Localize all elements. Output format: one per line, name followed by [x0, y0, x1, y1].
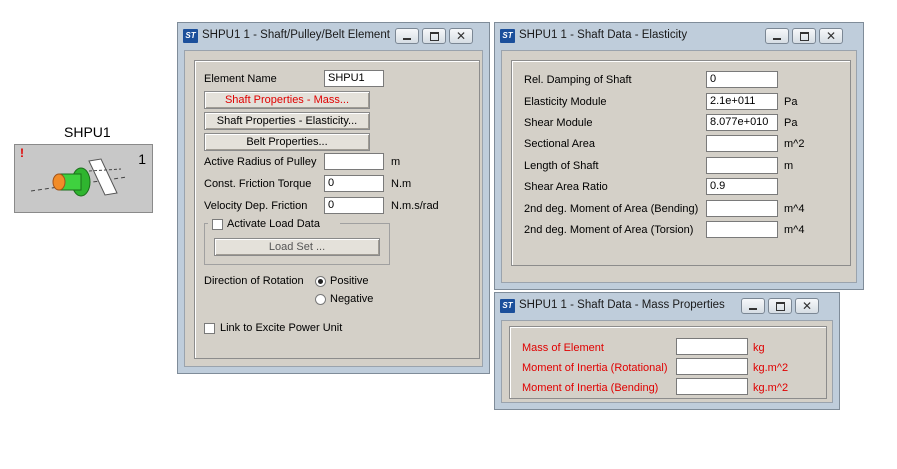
maximize-button[interactable] [768, 298, 792, 314]
shear-module-unit: Pa [784, 117, 798, 129]
window-body: Rel. Damping of Shaft 0 Elasticity Modul… [501, 50, 857, 283]
positive-radio[interactable] [315, 276, 326, 287]
warning-icon: ! [20, 146, 24, 160]
close-button[interactable]: ✕ [795, 298, 819, 314]
panel: Element Name SHPU1 Shaft Properties - Ma… [194, 60, 480, 359]
positive-label: Positive [330, 275, 369, 287]
shaft-elasticity-window: ST SHPU1 1 - Shaft Data - Elasticity ✕ R… [494, 22, 864, 290]
sectional-area-field[interactable] [706, 135, 778, 152]
close-icon: ✕ [825, 29, 837, 43]
minimize-button[interactable] [765, 28, 789, 44]
window-body: Mass of Element kg Moment of Inertia (Ro… [501, 320, 833, 403]
moment-bending-field[interactable] [706, 200, 778, 217]
shaft-mass-properties-window: ST SHPU1 1 - Shaft Data - Mass Propertie… [494, 292, 840, 410]
title-bar[interactable]: ST SHPU1 1 - Shaft Data - Elasticity ✕ [495, 23, 863, 49]
app-icon: ST [500, 299, 515, 313]
belt-properties-button[interactable]: Belt Properties... [204, 133, 370, 151]
active-radius-field[interactable] [324, 153, 384, 170]
sectional-area-unit: m^2 [784, 138, 805, 150]
length-of-shaft-label: Length of Shaft [524, 160, 599, 172]
minimize-button[interactable] [741, 298, 765, 314]
activate-load-checkbox[interactable] [212, 219, 223, 230]
elasticity-module-label: Elasticity Module [524, 96, 607, 108]
negative-label: Negative [330, 293, 374, 305]
velocity-friction-field[interactable]: 0 [324, 197, 384, 214]
element-name-label: Element Name [204, 73, 277, 85]
window-title: SHPU1 1 - Shaft Data - Mass Properties [519, 299, 725, 311]
mass-of-element-label: Mass of Element [522, 342, 604, 354]
close-icon: ✕ [801, 299, 813, 313]
maximize-button[interactable] [422, 28, 446, 44]
shaft-properties-mass-button[interactable]: Shaft Properties - Mass... [204, 91, 370, 109]
sectional-area-label: Sectional Area [524, 138, 595, 150]
window-title: SHPU1 1 - Shaft/Pulley/Belt Element [202, 29, 390, 41]
elasticity-module-unit: Pa [784, 96, 798, 108]
inertia-bending-unit: kg.m^2 [753, 382, 789, 394]
velocity-friction-unit: N.m.s/rad [391, 200, 439, 212]
shear-area-ratio-field[interactable]: 0.9 [706, 178, 778, 195]
const-friction-unit: N.m [391, 178, 412, 190]
close-icon: ✕ [455, 29, 467, 43]
active-radius-unit: m [391, 156, 401, 168]
title-bar[interactable]: ST SHPU1 1 - Shaft/Pulley/Belt Element ✕ [178, 23, 489, 49]
shear-module-label: Shear Module [524, 117, 593, 129]
direction-label: Direction of Rotation [204, 275, 304, 287]
element-label: SHPU1 [64, 124, 111, 140]
mass-of-element-field[interactable] [676, 338, 748, 355]
minimize-button[interactable] [395, 28, 419, 44]
shaft-properties-elasticity-button[interactable]: Shaft Properties - Elasticity... [204, 112, 370, 130]
app-icon: ST [183, 29, 198, 43]
const-friction-label: Const. Friction Torque [204, 178, 312, 190]
panel: Mass of Element kg Moment of Inertia (Ro… [509, 326, 827, 399]
inertia-bending-label: Moment of Inertia (Bending) [522, 382, 659, 394]
activate-load-label: Activate Load Data [227, 218, 320, 230]
close-button[interactable]: ✕ [819, 28, 843, 44]
inertia-rotational-field[interactable] [676, 358, 748, 375]
active-radius-label: Active Radius of Pulley [204, 156, 317, 168]
shaft-pulley-belt-window: ST SHPU1 1 - Shaft/Pulley/Belt Element ✕… [177, 22, 490, 374]
rel-damping-label: Rel. Damping of Shaft [524, 74, 632, 86]
link-excite-label: Link to Excite Power Unit [220, 322, 343, 334]
velocity-friction-label: Velocity Dep. Friction [204, 200, 308, 212]
length-of-shaft-field[interactable] [706, 157, 778, 174]
elasticity-module-field[interactable]: 2.1e+011 [706, 93, 778, 110]
window-title: SHPU1 1 - Shaft Data - Elasticity [519, 29, 688, 41]
maximize-button[interactable] [792, 28, 816, 44]
shaft-pulley-icon [30, 158, 128, 197]
inertia-rotational-unit: kg.m^2 [753, 362, 789, 374]
shear-area-ratio-label: Shear Area Ratio [524, 181, 608, 193]
title-bar[interactable]: ST SHPU1 1 - Shaft Data - Mass Propertie… [495, 293, 839, 319]
negative-radio[interactable] [315, 294, 326, 305]
inertia-bending-field[interactable] [676, 378, 748, 395]
link-excite-checkbox[interactable] [204, 323, 215, 334]
element-block[interactable]: ! 1 [14, 144, 153, 213]
const-friction-field[interactable]: 0 [324, 175, 384, 192]
panel: Rel. Damping of Shaft 0 Elasticity Modul… [511, 60, 851, 266]
moment-bending-label: 2nd deg. Moment of Area (Bending) [524, 203, 699, 215]
rel-damping-field[interactable]: 0 [706, 71, 778, 88]
element-badge: 1 [138, 151, 146, 167]
moment-torsion-field[interactable] [706, 221, 778, 238]
inertia-rotational-label: Moment of Inertia (Rotational) [522, 362, 668, 374]
close-button[interactable]: ✕ [449, 28, 473, 44]
element-name-field[interactable]: SHPU1 [324, 70, 384, 87]
app-icon: ST [500, 29, 515, 43]
mass-of-element-unit: kg [753, 342, 765, 354]
load-set-button[interactable]: Load Set ... [214, 238, 380, 256]
moment-torsion-unit: m^4 [784, 224, 805, 236]
moment-bending-unit: m^4 [784, 203, 805, 215]
window-body: Element Name SHPU1 Shaft Properties - Ma… [184, 50, 483, 367]
moment-torsion-label: 2nd deg. Moment of Area (Torsion) [524, 224, 694, 236]
length-of-shaft-unit: m [784, 160, 794, 172]
shear-module-field[interactable]: 8.077e+010 [706, 114, 778, 131]
